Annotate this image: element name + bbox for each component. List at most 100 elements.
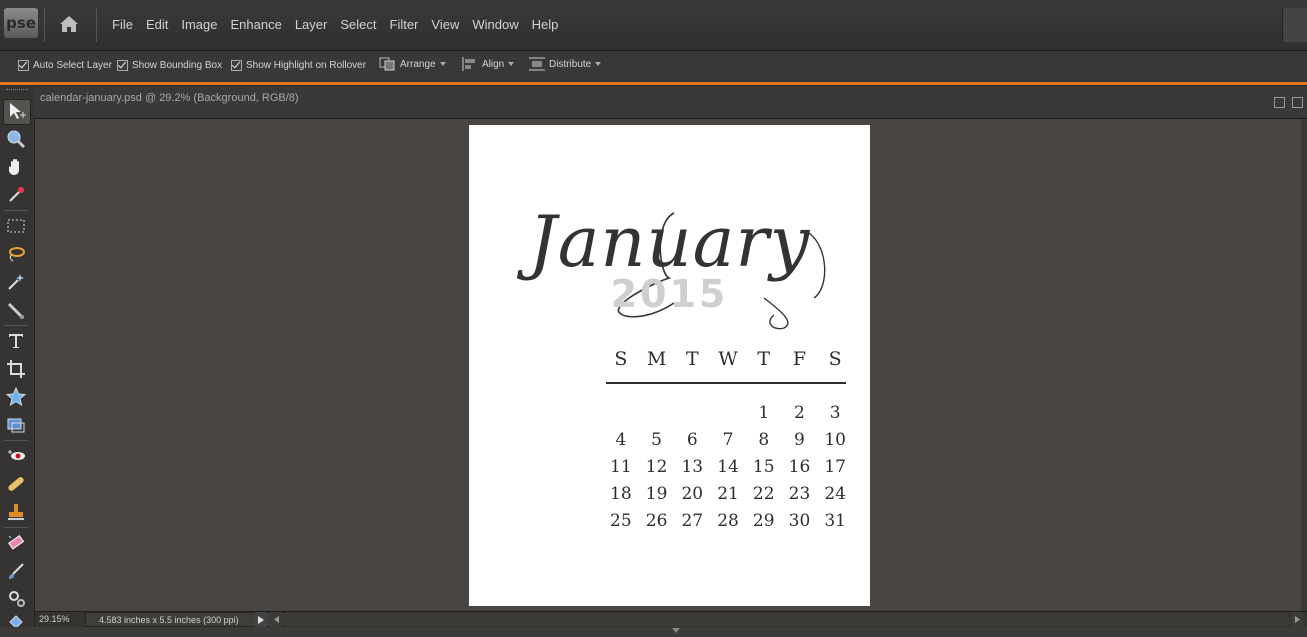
- panel-toggle-button[interactable]: [1282, 8, 1307, 42]
- auto-select-layer-label: Auto Select Layer: [33, 60, 112, 71]
- arrange-dropdown[interactable]: Arrange: [379, 56, 446, 72]
- menu-layer[interactable]: Layer: [295, 17, 328, 32]
- type-tool[interactable]: [3, 329, 29, 353]
- menu-file[interactable]: File: [112, 17, 133, 32]
- day-cell: 14: [717, 456, 739, 477]
- day-cell: 21: [717, 483, 739, 504]
- auto-select-layer-checkbox[interactable]: Auto Select Layer: [18, 60, 112, 71]
- cookie-cutter-tool[interactable]: [3, 385, 29, 409]
- toolbox-grip[interactable]: [6, 89, 28, 92]
- menu-bar: pse File Edit Image Enhance Layer Select…: [0, 0, 1307, 51]
- horizontal-scrollbar[interactable]: [283, 613, 1289, 626]
- checkbox-check-icon: [18, 60, 29, 71]
- crop-tool[interactable]: [3, 357, 29, 381]
- crop-icon: [7, 360, 25, 378]
- distribute-label: Distribute: [549, 58, 592, 70]
- canvas-area[interactable]: January 2015 S M T W T F S 1 2 3 4 5 6 7…: [35, 119, 1301, 611]
- red-eye-icon: [8, 450, 25, 460]
- day-cell: 29: [752, 510, 775, 531]
- lasso-icon: [9, 247, 25, 262]
- smart-brush-tool[interactable]: [3, 586, 29, 610]
- eyedropper-tool[interactable]: [3, 183, 29, 207]
- red-eye-tool[interactable]: [3, 444, 29, 468]
- healing-brush-tool[interactable]: [3, 472, 29, 496]
- menu-view[interactable]: View: [431, 17, 459, 32]
- status-menu-button[interactable]: [255, 612, 267, 627]
- hand-tool[interactable]: [3, 155, 29, 179]
- weekday-header-row: S M T W T F S: [603, 345, 853, 372]
- day-cell: 27: [681, 510, 704, 531]
- menu-enhance[interactable]: Enhance: [231, 17, 282, 32]
- marquee-tool[interactable]: [3, 214, 29, 238]
- scroll-left-button[interactable]: [270, 612, 282, 627]
- day-cell: 23: [788, 483, 811, 504]
- weekday-label: S: [614, 347, 628, 370]
- arrange-label: Arrange: [400, 58, 436, 70]
- align-icon: [462, 57, 475, 71]
- weekday-label: W: [718, 347, 738, 370]
- vertical-scrollbar[interactable]: [1301, 119, 1307, 611]
- week-row: 25 26 27 28 29 30 31: [603, 507, 853, 534]
- brush-tool[interactable]: [3, 559, 29, 583]
- day-cell: 1: [758, 402, 770, 423]
- chevron-right-icon: [1294, 616, 1300, 623]
- menu-window[interactable]: Window: [472, 17, 518, 32]
- day-cell: 20: [681, 483, 704, 504]
- menu-select[interactable]: Select: [340, 17, 376, 32]
- align-label: Align: [482, 58, 505, 70]
- zoom-tool[interactable]: [3, 127, 29, 151]
- calendar-grid: S M T W T F S 1 2 3 4 5 6 7 8 9 10 11 12…: [603, 345, 853, 534]
- menu-image[interactable]: Image: [181, 17, 217, 32]
- bandage-icon: [8, 477, 24, 491]
- week-row: 11 12 13 14 15 16 17: [603, 453, 853, 480]
- distribute-dropdown[interactable]: Distribute: [528, 56, 602, 72]
- menu-filter[interactable]: Filter: [390, 17, 419, 32]
- divider: [4, 527, 28, 528]
- month-title: January: [528, 201, 811, 283]
- day-cell: 22: [752, 483, 775, 504]
- straighten-tool[interactable]: [3, 413, 29, 437]
- eraser-tool[interactable]: [3, 531, 29, 555]
- divider: [4, 325, 28, 326]
- week-row: 18 19 20 21 22 23 24: [603, 480, 853, 507]
- restore-icon[interactable]: [1292, 97, 1303, 108]
- day-cell: 28: [717, 510, 739, 531]
- home-icon[interactable]: [57, 12, 81, 36]
- weekday-label: T: [685, 347, 699, 370]
- show-highlight-checkbox[interactable]: Show Highlight on Rollover: [231, 60, 366, 71]
- year-label: 2015: [610, 272, 729, 316]
- chevron-right-icon: [258, 615, 264, 624]
- minimize-icon[interactable]: [1274, 97, 1285, 108]
- menu-edit[interactable]: Edit: [146, 17, 168, 32]
- move-tool[interactable]: [3, 99, 31, 125]
- show-bounding-box-checkbox[interactable]: Show Bounding Box: [117, 60, 222, 71]
- day-cell: 13: [681, 456, 704, 477]
- week-row: 1 2 3: [603, 399, 853, 426]
- day-cell: 30: [788, 510, 811, 531]
- align-dropdown[interactable]: Align: [461, 56, 515, 72]
- day-cell: 16: [788, 456, 811, 477]
- toolbox: [0, 86, 35, 637]
- document-title: calendar-january.psd @ 29.2% (Background…: [40, 92, 299, 104]
- selection-brush-icon: [7, 302, 24, 319]
- scroll-right-button[interactable]: [1291, 612, 1303, 627]
- selection-brush-tool[interactable]: [3, 298, 29, 322]
- clone-stamp-tool[interactable]: [3, 500, 29, 524]
- weekday-label: T: [757, 347, 771, 370]
- menu-help[interactable]: Help: [532, 17, 559, 32]
- panel-bin-collapse[interactable]: [0, 627, 1307, 637]
- hand-icon: [8, 159, 19, 175]
- magic-wand-tool[interactable]: [3, 270, 29, 294]
- app-logo[interactable]: pse: [4, 8, 38, 38]
- divider: [96, 8, 97, 42]
- zoom-level[interactable]: 29.15%: [39, 613, 81, 626]
- zoom-icon: [7, 130, 26, 149]
- lasso-tool[interactable]: [3, 242, 29, 266]
- day-cell: 31: [824, 510, 846, 531]
- checkbox-check-icon: [231, 60, 242, 71]
- document-canvas[interactable]: January 2015 S M T W T F S 1 2 3 4 5 6 7…: [469, 125, 870, 606]
- chevron-down-icon: [672, 628, 680, 633]
- document-tab[interactable]: calendar-january.psd @ 29.2% (Background…: [34, 86, 1307, 119]
- day-cell: 18: [610, 483, 632, 504]
- day-cell: 26: [645, 510, 668, 531]
